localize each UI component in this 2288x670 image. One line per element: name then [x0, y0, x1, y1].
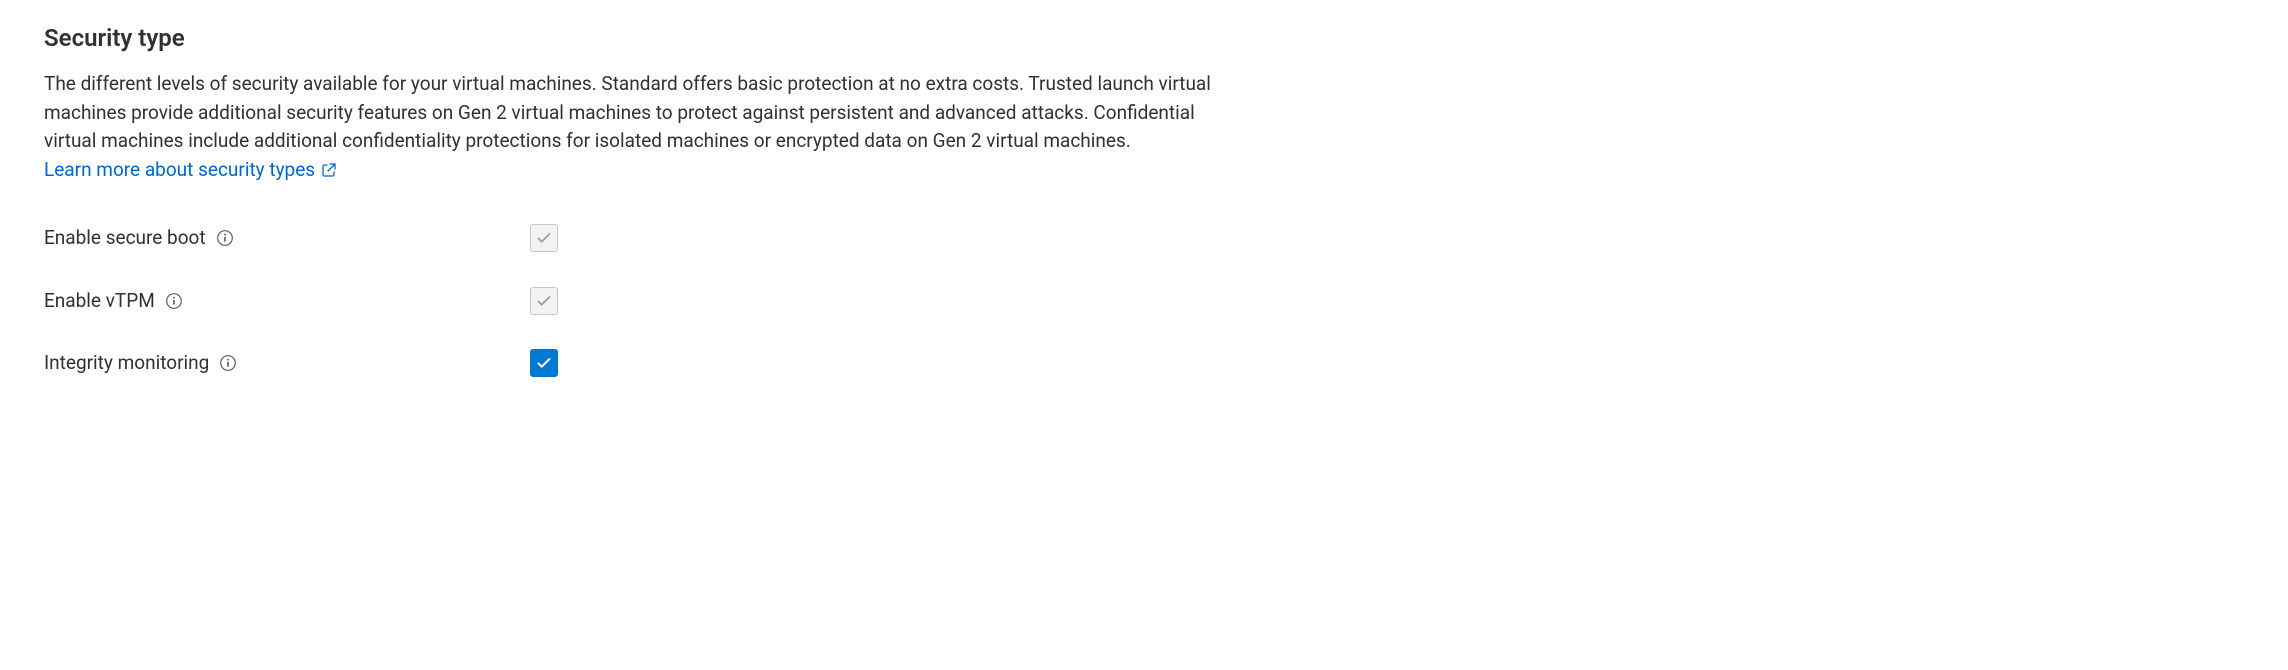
security-type-heading: Security type: [44, 20, 2244, 56]
vtpm-checkbox: [530, 287, 558, 315]
secure-boot-checkbox: [530, 224, 558, 252]
learn-more-link-text: Learn more about security types: [44, 156, 315, 185]
security-type-description: The different levels of security availab…: [44, 70, 1244, 184]
integrity-monitoring-label: Integrity monitoring: [44, 349, 209, 378]
info-icon[interactable]: [165, 292, 183, 310]
secure-boot-row: Enable secure boot: [44, 224, 2244, 253]
vtpm-label: Enable vTPM: [44, 287, 155, 316]
integrity-monitoring-row: Integrity monitoring: [44, 349, 2244, 378]
info-icon[interactable]: [216, 229, 234, 247]
secure-boot-label: Enable secure boot: [44, 224, 206, 253]
learn-more-link[interactable]: Learn more about security types: [44, 156, 337, 185]
vtpm-label-wrap: Enable vTPM: [44, 287, 530, 316]
external-link-icon: [321, 162, 337, 178]
description-text: The different levels of security availab…: [44, 72, 1211, 152]
integrity-monitoring-checkbox[interactable]: [530, 349, 558, 377]
integrity-monitoring-label-wrap: Integrity monitoring: [44, 349, 530, 378]
secure-boot-label-wrap: Enable secure boot: [44, 224, 530, 253]
info-icon[interactable]: [219, 354, 237, 372]
vtpm-row: Enable vTPM: [44, 287, 2244, 316]
